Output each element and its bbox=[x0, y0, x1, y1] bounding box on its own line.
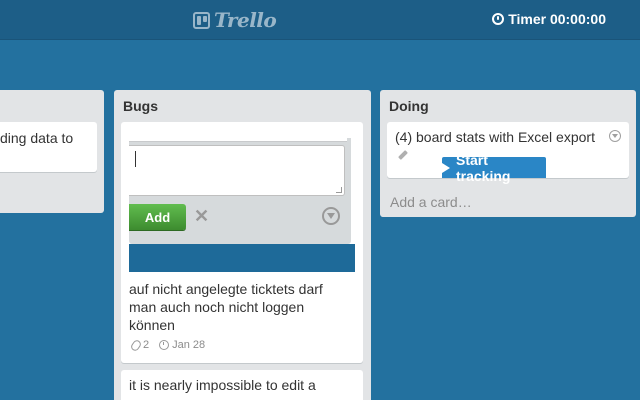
attachment-count: 2 bbox=[143, 339, 150, 351]
clock-icon bbox=[159, 340, 170, 350]
list-card[interactable]: it is nearly impossible to edit a bbox=[121, 370, 363, 400]
resize-grip-icon[interactable] bbox=[336, 187, 342, 193]
paperclip-icon bbox=[129, 338, 143, 352]
card-text: ding data to bbox=[0, 130, 74, 146]
clock-icon bbox=[492, 13, 505, 25]
attachment-badge: 2 bbox=[129, 338, 150, 352]
chevron-down-circle-icon[interactable] bbox=[322, 207, 340, 225]
list-title: Bugs bbox=[123, 98, 158, 114]
add-card-link[interactable]: Add a card… bbox=[390, 194, 472, 210]
header-bar: Trello Timer 00:00:00 bbox=[0, 0, 640, 40]
trello-logo[interactable]: Trello bbox=[193, 8, 277, 32]
card-cover-image bbox=[129, 244, 355, 272]
due-date: Jan 28 bbox=[172, 339, 206, 351]
card-text: (4) board stats with Excel export bbox=[395, 129, 595, 145]
start-tracking-label: Start tracking bbox=[456, 151, 511, 184]
add-button[interactable]: Add bbox=[129, 204, 186, 230]
card-title-input[interactable] bbox=[129, 145, 345, 196]
timer-label: Timer 00:00:00 bbox=[508, 11, 606, 27]
logo-text: Trello bbox=[214, 8, 277, 32]
timer[interactable]: Timer 00:00:00 bbox=[492, 11, 606, 27]
card-menu-icon[interactable] bbox=[609, 130, 621, 142]
text-caret bbox=[135, 151, 136, 167]
list-card[interactable]: ding data to bbox=[0, 122, 97, 172]
play-icon bbox=[442, 162, 450, 173]
card-badges: 2 Jan 28 bbox=[129, 338, 205, 352]
close-icon[interactable]: ✕ bbox=[194, 206, 209, 226]
card-text: auf nicht angelegte ticktets darf man au… bbox=[129, 281, 323, 333]
due-date-badge: Jan 28 bbox=[159, 339, 205, 351]
card-composer: Add ✕ bbox=[129, 138, 351, 244]
trello-board-icon bbox=[193, 11, 210, 29]
start-tracking-button[interactable]: Start tracking bbox=[442, 152, 546, 184]
card-text: it is nearly impossible to edit a bbox=[129, 377, 316, 393]
list-left: ding data to bbox=[0, 90, 104, 213]
list-title: Doing bbox=[389, 98, 429, 114]
composer-top-divider bbox=[129, 138, 347, 142]
